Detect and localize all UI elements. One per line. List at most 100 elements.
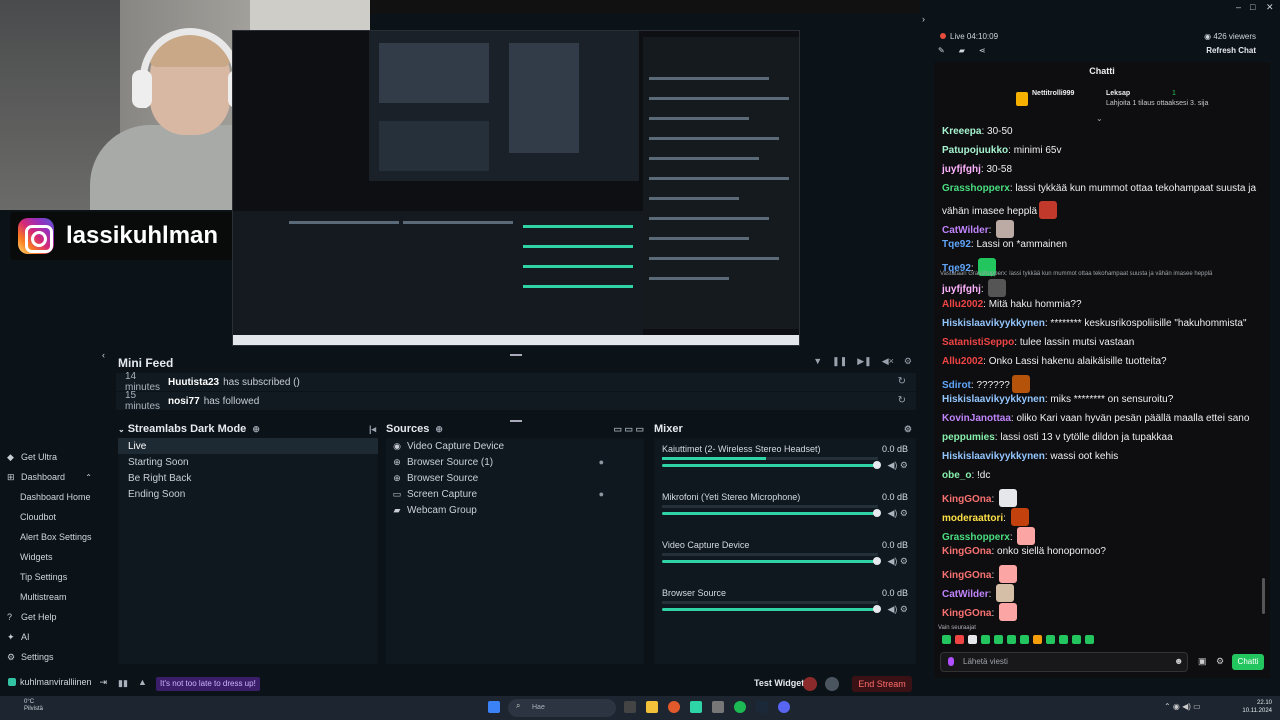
streamlabs-icon[interactable] xyxy=(690,701,702,713)
chat-username[interactable]: KovinJanottaa xyxy=(942,413,1011,424)
mute-speaker-icon[interactable]: ◀) ⚙ xyxy=(888,556,909,567)
chat-settings-icon[interactable]: ⚙ xyxy=(1216,656,1224,667)
chat-username[interactable]: KingGOna xyxy=(942,570,991,581)
chat-username[interactable]: Grasshopperx xyxy=(942,183,1010,194)
source-item[interactable]: ⊕ Browser Source (1) ● xyxy=(386,454,644,470)
logout-icon[interactable]: ⇥ xyxy=(100,677,108,687)
chat-username[interactable]: peppumies xyxy=(942,432,995,443)
chat-username[interactable]: Allu2002 xyxy=(942,356,983,367)
nav-widgets[interactable]: Widgets xyxy=(0,548,102,566)
chat-username[interactable]: Tqe92 xyxy=(942,239,971,250)
chat-username[interactable]: juyfjfghj xyxy=(942,164,981,175)
minimize-icon[interactable]: – xyxy=(1236,2,1241,12)
close-icon[interactable]: ✕ xyxy=(1266,2,1274,13)
skip-icon[interactable]: ▶❚ xyxy=(857,356,871,367)
source-item[interactable]: ◉ Video Capture Device xyxy=(386,438,644,454)
mixer-settings-icon[interactable]: ⚙ xyxy=(904,424,912,435)
taskbar-clock[interactable]: 22.10 10.11.2024 xyxy=(1242,699,1272,715)
record-icon[interactable] xyxy=(803,677,817,691)
app-icon[interactable] xyxy=(712,701,724,713)
settings-icon[interactable]: ⚙ xyxy=(904,356,912,367)
edit-icon[interactable]: ✎ xyxy=(938,46,945,55)
chat-username[interactable]: CatWilder xyxy=(942,589,989,600)
mute-icon[interactable]: ◀× xyxy=(882,356,894,367)
filter-icon[interactable]: ▼ xyxy=(813,356,822,367)
chat-username[interactable]: Sdirot xyxy=(942,380,971,391)
tray-icons[interactable]: ⌃ ◉ ◀) ▭ xyxy=(1164,702,1201,711)
scene-collection-title[interactable]: Streamlabs Dark Mode xyxy=(128,423,247,435)
chat-username[interactable]: Kreeepa xyxy=(942,126,981,137)
promo-banner[interactable]: It's not too late to dress up! xyxy=(156,677,260,691)
nav-dashboard[interactable]: ⊞ Dashboard ⌃ xyxy=(0,468,102,486)
repeat-alert-icon[interactable]: ↻ xyxy=(898,395,906,406)
bits-icon[interactable] xyxy=(948,657,954,666)
steam-icon[interactable] xyxy=(756,701,768,713)
nav-get-ultra[interactable]: ◆ Get Ultra xyxy=(0,448,102,466)
test-widgets-button[interactable]: Test Widgets xyxy=(754,678,809,688)
repeat-alert-icon[interactable]: ↻ xyxy=(898,376,906,387)
chat-username[interactable]: SatanistiSeppo xyxy=(942,337,1014,348)
chat-username[interactable]: Hiskislaavikyykkynen xyxy=(942,318,1045,329)
account-button[interactable]: kuhlmanviralliinen ⇥ xyxy=(8,677,107,688)
taskbar-search[interactable]: Hae xyxy=(508,699,616,717)
mute-speaker-icon[interactable]: ◀) ⚙ xyxy=(888,508,909,519)
windows-start-icon[interactable] xyxy=(488,701,500,713)
chat-username[interactable]: Patupojuukko xyxy=(942,145,1008,156)
task-view-icon[interactable] xyxy=(624,701,636,713)
source-item[interactable]: ▭ Screen Capture ● xyxy=(386,486,644,502)
chat-username[interactable]: obe_o xyxy=(942,470,971,481)
mute-speaker-icon[interactable]: ◀) ⚙ xyxy=(888,460,909,471)
scene-item[interactable]: Live xyxy=(118,438,378,454)
nav-alert-box-settings[interactable]: Alert Box Settings xyxy=(0,528,102,546)
chat-username[interactable]: Hiskislaavikyykkynen xyxy=(942,394,1045,405)
emote-bar[interactable] xyxy=(942,635,1094,644)
nav-settings[interactable]: ⚙ Settings xyxy=(0,648,102,666)
nav-cloudbot[interactable]: Cloudbot xyxy=(0,508,102,526)
chat-username[interactable]: Grasshopperx xyxy=(942,532,1010,543)
nav-get-help[interactable]: ? Get Help xyxy=(0,608,102,626)
chat-username[interactable]: Hiskislaavikyykkynen xyxy=(942,451,1045,462)
collapse-nav-icon[interactable]: ‹ xyxy=(102,350,105,360)
volume-slider[interactable] xyxy=(662,605,881,613)
chat-username[interactable]: moderaattori xyxy=(942,513,1003,524)
chat-username[interactable]: Allu2002 xyxy=(942,299,983,310)
file-explorer-icon[interactable] xyxy=(646,701,658,713)
chat-input[interactable]: Lähetä viesti xyxy=(940,652,1188,672)
lock-icon[interactable]: ● xyxy=(599,457,604,467)
discord-icon[interactable] xyxy=(778,701,790,713)
emote-picker-icon[interactable]: ☻ xyxy=(1174,656,1183,666)
scene-item[interactable]: Starting Soon xyxy=(118,454,378,470)
scene-item[interactable]: Be Right Back xyxy=(118,470,378,486)
nav-ai[interactable]: ✦ AI xyxy=(0,628,102,646)
scene-item[interactable]: Ending Soon xyxy=(118,486,378,502)
pause-icon[interactable]: ❚❚ xyxy=(832,356,847,367)
chat-scrollbar[interactable] xyxy=(1262,578,1265,614)
nav-dashboard-home[interactable]: Dashboard Home xyxy=(0,488,102,506)
spotify-icon[interactable] xyxy=(734,701,746,713)
collapse-pinned-icon[interactable]: ⌄ xyxy=(1096,114,1103,123)
maximize-icon[interactable]: □ xyxy=(1250,2,1255,12)
source-tools-icon[interactable]: ▭ ▭ ▭ xyxy=(613,424,644,435)
firefox-icon[interactable] xyxy=(668,701,680,713)
add-source-icon[interactable]: ⊕ xyxy=(435,424,443,435)
volume-slider[interactable] xyxy=(662,557,881,565)
volume-slider[interactable] xyxy=(662,461,881,469)
chat-username[interactable]: KingGOna xyxy=(942,494,991,505)
alert-icon[interactable]: ▲ xyxy=(138,677,147,687)
source-item[interactable]: ⊕ Browser Source xyxy=(386,470,644,486)
chat-send-button[interactable]: Chatti xyxy=(1232,654,1264,670)
share-icon[interactable]: ⋖ xyxy=(979,46,986,55)
chat-username[interactable]: KingGOna xyxy=(942,608,991,619)
chevron-down-icon[interactable]: ⌄ xyxy=(118,425,125,434)
nav-multistream[interactable]: Multistream xyxy=(0,588,102,606)
chat-username[interactable]: KingGOna xyxy=(942,546,991,557)
collapse-chat-icon[interactable]: › xyxy=(922,14,925,24)
chat-username[interactable]: juyfjfghj xyxy=(942,284,981,295)
nav-tip-settings[interactable]: Tip Settings xyxy=(0,568,102,586)
lock-icon[interactable]: ● xyxy=(599,489,604,499)
end-stream-button[interactable]: End Stream xyxy=(852,676,912,692)
performance-icon[interactable]: ▮▮ xyxy=(118,678,128,689)
replay-buffer-icon[interactable] xyxy=(825,677,839,691)
volume-slider[interactable] xyxy=(662,509,881,517)
store-icon[interactable]: ▰ xyxy=(959,46,965,55)
